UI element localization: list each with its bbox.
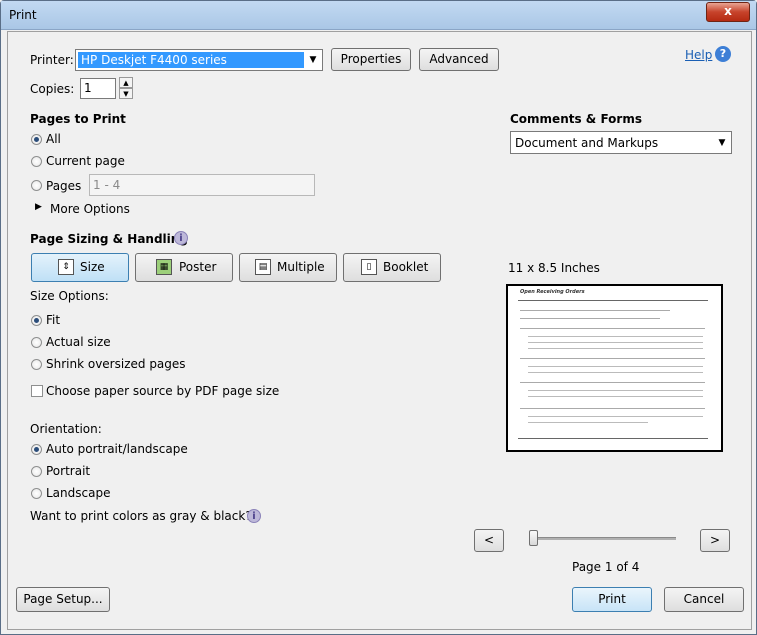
window-title: Print bbox=[9, 8, 37, 22]
radio-all-label: All bbox=[46, 132, 61, 146]
close-button[interactable]: x bbox=[706, 2, 750, 22]
print-button[interactable]: Print bbox=[572, 587, 652, 612]
advanced-button[interactable]: Advanced bbox=[419, 48, 499, 71]
chevron-down-icon: ▼ bbox=[718, 138, 726, 148]
copies-label: Copies: bbox=[30, 82, 75, 96]
paper-source-label: Choose paper source by PDF page size bbox=[46, 384, 280, 398]
cancel-button[interactable]: Cancel bbox=[664, 587, 744, 612]
radio-current-page[interactable] bbox=[31, 156, 42, 167]
dialog-body: Printer: HP Deskjet F4400 series ▼ Prope… bbox=[7, 31, 752, 630]
radio-current-label: Current page bbox=[46, 154, 125, 168]
radio-actual-size[interactable] bbox=[31, 337, 42, 348]
chevron-down-icon: ▼ bbox=[309, 55, 317, 65]
multiple-icon: ▤ bbox=[255, 259, 271, 275]
help-icon[interactable]: ? bbox=[715, 46, 731, 62]
radio-portrait[interactable] bbox=[31, 466, 42, 477]
copies-up-icon[interactable]: ▲ bbox=[119, 77, 133, 88]
radio-actual-label: Actual size bbox=[46, 335, 111, 349]
pages-heading: Pages to Print bbox=[30, 112, 126, 126]
radio-shrink-label: Shrink oversized pages bbox=[46, 357, 186, 371]
preview-doc-title: Open Receiving Orders bbox=[520, 289, 585, 295]
poster-button[interactable]: ▦ Poster bbox=[135, 253, 233, 282]
poster-button-label: Poster bbox=[179, 260, 217, 274]
radio-auto-label: Auto portrait/landscape bbox=[46, 442, 188, 456]
multiple-button-label: Multiple bbox=[277, 260, 325, 274]
more-options-toggle[interactable]: More Options bbox=[50, 202, 130, 216]
page-setup-button[interactable]: Page Setup... bbox=[16, 587, 110, 612]
info-icon[interactable]: i bbox=[174, 231, 188, 245]
page-range-input[interactable]: 1 - 4 bbox=[89, 174, 315, 196]
paper-size-label: 11 x 8.5 Inches bbox=[508, 261, 600, 275]
help-link[interactable]: Help bbox=[685, 48, 712, 62]
comments-heading: Comments & Forms bbox=[510, 112, 642, 126]
sizing-heading: Page Sizing & Handling bbox=[30, 232, 188, 246]
prev-page-button[interactable]: < bbox=[474, 529, 504, 552]
radio-fit-label: Fit bbox=[46, 313, 61, 327]
size-button[interactable]: ⇕ Size bbox=[31, 253, 129, 282]
radio-all[interactable] bbox=[31, 134, 42, 145]
title-bar: Print x bbox=[1, 1, 756, 30]
paper-source-checkbox[interactable] bbox=[31, 385, 43, 397]
properties-button[interactable]: Properties bbox=[331, 48, 411, 71]
copies-input[interactable]: 1 bbox=[80, 78, 116, 99]
page-indicator: Page 1 of 4 bbox=[572, 560, 640, 574]
copies-down-icon[interactable]: ▼ bbox=[119, 88, 133, 99]
comments-select[interactable]: Document and Markups ▼ bbox=[510, 131, 732, 154]
comments-value: Document and Markups bbox=[515, 136, 659, 150]
copies-value: 1 bbox=[84, 81, 92, 95]
page-slider-thumb[interactable] bbox=[529, 530, 538, 546]
size-button-label: Size bbox=[80, 260, 105, 274]
booklet-icon: ▯ bbox=[361, 259, 377, 275]
info-icon[interactable]: i bbox=[247, 509, 261, 523]
page-slider-track[interactable] bbox=[530, 537, 676, 540]
radio-landscape-label: Landscape bbox=[46, 486, 111, 500]
printer-select[interactable]: HP Deskjet F4400 series ▼ bbox=[75, 49, 323, 71]
booklet-button-label: Booklet bbox=[383, 260, 429, 274]
page-range-placeholder: 1 - 4 bbox=[93, 178, 121, 192]
radio-fit[interactable] bbox=[31, 315, 42, 326]
poster-icon: ▦ bbox=[156, 259, 172, 275]
size-icon: ⇕ bbox=[58, 259, 74, 275]
gray-print-label: Want to print colors as gray & black? bbox=[30, 509, 252, 523]
print-dialog: Print x Printer: HP Deskjet F4400 series… bbox=[0, 0, 757, 635]
multiple-button[interactable]: ▤ Multiple bbox=[239, 253, 337, 282]
radio-portrait-label: Portrait bbox=[46, 464, 91, 478]
radio-auto-orientation[interactable] bbox=[31, 444, 42, 455]
radio-shrink[interactable] bbox=[31, 359, 42, 370]
booklet-button[interactable]: ▯ Booklet bbox=[343, 253, 441, 282]
next-page-button[interactable]: > bbox=[700, 529, 730, 552]
printer-label: Printer: bbox=[30, 53, 74, 67]
orientation-heading: Orientation: bbox=[30, 422, 102, 436]
radio-landscape[interactable] bbox=[31, 488, 42, 499]
size-options-heading: Size Options: bbox=[30, 289, 109, 303]
expand-triangle-icon[interactable]: ▶ bbox=[35, 202, 42, 212]
radio-pages[interactable] bbox=[31, 180, 42, 191]
radio-pages-label: Pages bbox=[46, 179, 82, 193]
printer-value: HP Deskjet F4400 series bbox=[81, 53, 227, 67]
page-preview: Open Receiving Orders bbox=[506, 284, 723, 452]
